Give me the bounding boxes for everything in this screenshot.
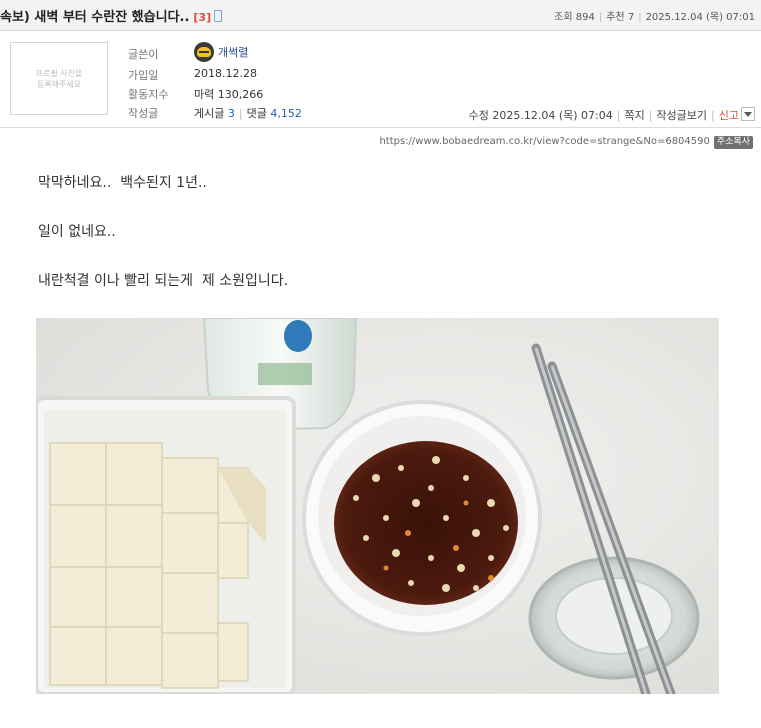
- report-link[interactable]: 신고: [719, 109, 739, 122]
- post-date: 2025.12.04 (목) 07:01: [645, 12, 755, 23]
- recommend-count: 7: [627, 12, 635, 23]
- view-posts-link[interactable]: 작성글보기: [656, 109, 707, 122]
- joined-value: 2018.12.28: [194, 67, 257, 80]
- post-meta: 조회 894 | 추천 7 | 2025.12.04 (목) 07:01: [554, 12, 755, 23]
- mobile-icon: [214, 10, 223, 22]
- copy-url-button[interactable]: 주소복사: [713, 136, 753, 149]
- nickname[interactable]: 개썩렬: [218, 46, 248, 59]
- content-line-1: 막막하네요.. 백수된지 1년..: [38, 175, 207, 191]
- posts-value: 게시글 3 | 댓글 4,152: [194, 107, 302, 120]
- posts-text: 게시글: [194, 107, 225, 120]
- writer-value[interactable]: 개썩렬: [194, 42, 248, 62]
- profile-photo-placeholder: 프로필 사진을 등록해주세요: [10, 42, 108, 115]
- joined-label: 가입일: [128, 69, 159, 82]
- activity-label: 활동지수: [128, 88, 169, 101]
- post-url-line: https://www.bobaedream.co.kr/view?code=s…: [379, 136, 753, 149]
- content-line-3: 내란척결 이나 빨리 되는게 제 소원입니다.: [38, 273, 289, 289]
- comments-text: 댓글: [246, 107, 267, 120]
- author-info-box: 프로필 사진을 등록해주세요 글쓴이 개썩렬 가입일 2018.12.28 활동…: [0, 31, 761, 128]
- post-actions: 수정 2025.12.04 (목) 07:04 | 쪽지 | 작성글보기 | 신고: [469, 107, 755, 123]
- post-title-text: 속보) 새벽 부터 수란잔 했습니다..: [0, 10, 190, 25]
- edited-date: 수정 2025.12.04 (목) 07:04: [468, 109, 613, 122]
- post-header-bar: 속보) 새벽 부터 수란잔 했습니다.. [3] 조회 894 | 추천 7 | 2025…: [0, 0, 761, 31]
- post-url[interactable]: https://www.bobaedream.co.kr/view?code=s…: [379, 136, 709, 147]
- posts-count-link[interactable]: 3: [228, 107, 235, 120]
- views-count: 894: [575, 12, 595, 23]
- activity-value: 마력 130,266: [194, 88, 264, 101]
- photo-placeholder-line2: 등록해주세요: [36, 79, 82, 89]
- writer-label: 글쓴이: [128, 48, 159, 61]
- message-link[interactable]: 쪽지: [624, 109, 644, 122]
- views-label: 조회: [554, 12, 573, 23]
- post-photo: [36, 318, 719, 694]
- comment-count-badge[interactable]: [3]: [193, 11, 211, 24]
- chevron-down-icon[interactable]: [741, 107, 755, 121]
- post-title: 속보) 새벽 부터 수란잔 했습니다.. [3]: [0, 6, 223, 25]
- photo-placeholder-line1: 프로필 사진을: [35, 68, 83, 78]
- recommend-label: 추천: [606, 12, 625, 23]
- photo-tofu-and-sauce: [36, 318, 719, 694]
- posts-label: 작성글: [128, 107, 159, 120]
- comments-count-link[interactable]: 4,152: [270, 107, 302, 120]
- content-line-2: 일이 없네요..: [38, 224, 116, 240]
- user-level-icon: [194, 42, 214, 62]
